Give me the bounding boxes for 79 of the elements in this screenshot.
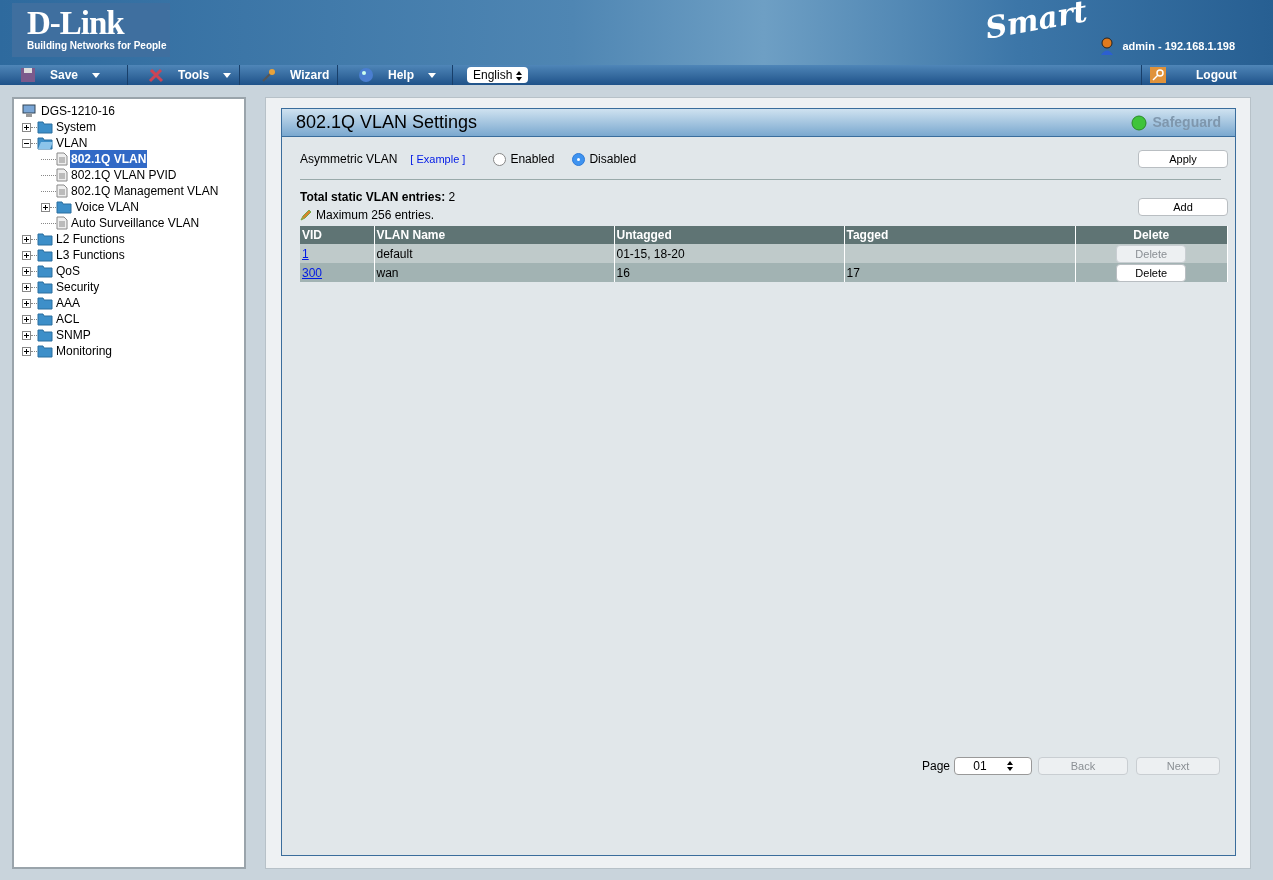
example-link[interactable]: [ Example ]: [410, 150, 466, 168]
pencil-icon: [300, 209, 312, 221]
tree-item[interactable]: VLAN: [55, 134, 89, 152]
tree-item[interactable]: L2 Functions: [55, 230, 126, 248]
tree-item[interactable]: AAA: [55, 294, 81, 312]
expand-icon[interactable]: [22, 330, 31, 340]
apply-button[interactable]: Apply: [1138, 150, 1228, 168]
page-select[interactable]: 01: [954, 757, 1032, 775]
logout-button[interactable]: Logout: [1141, 65, 1273, 85]
asymmetric-vlan-label: Asymmetric VLAN: [300, 151, 398, 168]
column-header: Untagged: [614, 226, 844, 244]
tree-item[interactable]: SNMP: [55, 326, 92, 344]
folder-icon: [37, 328, 53, 342]
updown-icon: [516, 70, 523, 81]
tree-item[interactable]: L3 Functions: [55, 246, 126, 264]
folder-icon: [37, 312, 53, 326]
max-entries-note: Maximum 256 entries.: [316, 207, 435, 224]
panel-title: 802.1Q VLAN Settings: [296, 111, 478, 134]
folder-icon: [37, 344, 53, 358]
delete-button[interactable]: Delete: [1116, 263, 1187, 282]
expand-icon[interactable]: [22, 250, 31, 260]
help-menu-button[interactable]: Help: [338, 65, 453, 85]
collapse-icon[interactable]: [22, 138, 31, 148]
status-light-icon: [1130, 114, 1147, 131]
folder-icon: [37, 280, 53, 294]
table-cell: 16: [616, 265, 630, 280]
expand-icon[interactable]: [22, 122, 31, 132]
tree-item[interactable]: Voice VLAN: [74, 198, 141, 216]
expand-icon[interactable]: [22, 282, 31, 292]
save-icon: [20, 67, 36, 83]
column-header: Delete: [1075, 226, 1228, 244]
computer-icon: [22, 104, 36, 118]
logo-text: D-Link: [27, 6, 126, 40]
table-cell: default: [376, 246, 413, 261]
tree-item[interactable]: Security: [55, 278, 101, 296]
total-entries-text: Total static VLAN entries: 2: [300, 189, 456, 206]
expand-icon[interactable]: [22, 298, 31, 308]
folder-icon: [37, 248, 53, 262]
safeguard-label: Safeguard: [1152, 113, 1221, 132]
open-folder-icon: [37, 136, 53, 150]
language-select[interactable]: English: [467, 67, 529, 83]
folder-icon: [56, 200, 72, 214]
folder-icon: [37, 264, 53, 278]
wizard-icon: [260, 67, 276, 83]
tree-item[interactable]: 802.1Q Management VLAN: [70, 182, 220, 200]
tree-item[interactable]: ACL: [55, 310, 81, 328]
expand-icon[interactable]: [22, 234, 31, 244]
add-button[interactable]: Add: [1138, 198, 1228, 216]
table-cell: 17: [846, 265, 860, 280]
user-info: admin - 192.168.1.198: [1122, 38, 1235, 54]
logo-tagline: Building Networks for People: [27, 40, 168, 52]
radio-option[interactable]: Enabled: [493, 150, 555, 168]
tools-menu-button[interactable]: Tools: [128, 65, 240, 85]
table-cell: wan: [376, 265, 399, 280]
updown-icon: [1006, 761, 1013, 771]
column-header: Tagged: [844, 226, 1075, 244]
column-header: VLAN Name: [374, 226, 614, 244]
tree-item[interactable]: Monitoring: [55, 342, 114, 360]
tree-item[interactable]: 802.1Q VLAN PVID: [70, 166, 178, 184]
folder-icon: [37, 296, 53, 310]
wizard-button[interactable]: Wizard: [240, 65, 338, 85]
folder-icon: [37, 120, 53, 134]
expand-icon[interactable]: [22, 346, 31, 356]
save-menu-button[interactable]: Save: [0, 65, 128, 85]
tree-root-label[interactable]: DGS-1210-16: [40, 102, 117, 120]
folder-icon: [37, 232, 53, 246]
user-icon: [1100, 37, 1115, 55]
column-header: VID: [300, 226, 374, 244]
page-label: Page: [921, 758, 950, 775]
table-cell: 01-15, 18-20: [616, 246, 685, 261]
key-icon: [1150, 67, 1166, 83]
tree-item[interactable]: System: [55, 118, 97, 136]
tree-item[interactable]: Auto Surveillance VLAN: [70, 214, 201, 232]
tree-item[interactable]: 802.1Q VLAN: [70, 150, 148, 168]
expand-icon[interactable]: [22, 266, 31, 276]
expand-icon[interactable]: [41, 202, 50, 212]
radio-option[interactable]: Disabled: [572, 150, 637, 168]
tree-item[interactable]: QoS: [55, 262, 81, 280]
expand-icon[interactable]: [22, 314, 31, 324]
